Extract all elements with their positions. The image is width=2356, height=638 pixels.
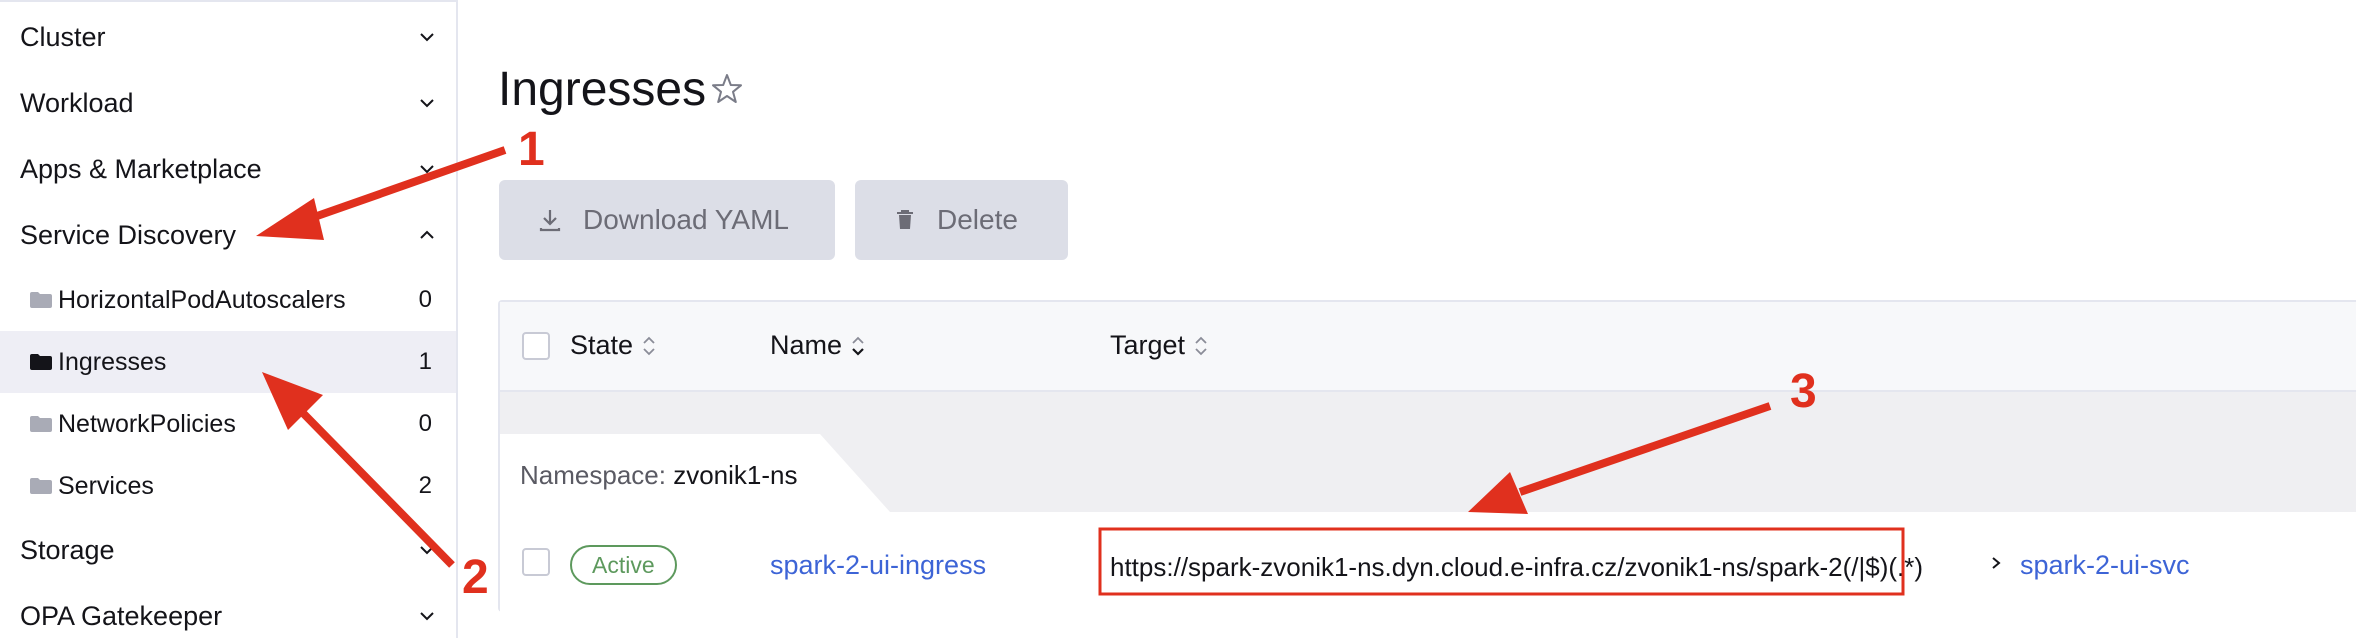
nav-group-storage[interactable]: Storage [0,517,456,583]
sort-icon [643,336,655,355]
table-row: Active spark-2-ui-ingress https://spark-… [500,512,2356,612]
column-header-label: Name [770,330,843,360]
column-header-name[interactable]: Name [770,330,866,361]
chevron-down-icon [420,612,434,621]
nav-group-apps-marketplace[interactable]: Apps & Marketplace [0,136,456,202]
status-badge: Active [570,545,677,585]
chevron-down-icon [420,165,434,174]
nav-group-label: Service Discovery [20,219,237,250]
column-header-label: State [570,330,634,360]
sidebar: Cluster Workload Apps & Marketplace Serv… [0,0,458,638]
trash-icon [897,210,913,229]
sidebar-item-ingresses[interactable]: Ingresses 1 [0,331,456,393]
target-url: https://spark-zvonik1-ns.dyn.cloud.e-inf… [1110,552,1924,582]
sidebar-item-count: 0 [418,410,432,437]
chevron-up-icon [420,230,434,239]
chevron-down-icon [420,33,434,42]
select-all-checkbox[interactable] [522,332,550,360]
sidebar-item-count: 1 [418,348,432,375]
nav-group-label: Storage [20,534,115,565]
chevron-down-icon [420,99,434,108]
download-yaml-button[interactable]: Download YAML [499,180,835,260]
sidebar-item-label: Ingresses [58,347,167,376]
sort-icon [1195,336,1207,355]
table-header: State Name Target [500,302,2356,392]
star-icon[interactable] [710,72,744,106]
row-checkbox[interactable] [522,548,550,576]
nav-group-workload[interactable]: Workload [0,70,456,136]
sidebar-item-label: NetworkPolicies [58,409,236,438]
sidebar-item-horizontalpodautoscalers[interactable]: HorizontalPodAutoscalers 0 [0,269,456,331]
sidebar-item-label: HorizontalPodAutoscalers [58,285,346,314]
folder-icon [30,292,52,308]
nav-group-service-discovery[interactable]: Service Discovery [0,202,456,268]
sort-desc-icon [852,336,864,356]
namespace-group-label: Namespace: zvonik1-ns [520,460,797,491]
ingress-name-link[interactable]: spark-2-ui-ingress [770,550,986,581]
column-header-target[interactable]: Target [1110,330,1209,361]
download-icon [539,210,561,232]
nav-group-label: Apps & Marketplace [20,153,262,184]
nav-group-label: Cluster [20,21,106,52]
folder-icon [30,416,52,432]
annotation-number-1: 1 [518,123,545,176]
sidebar-item-count: 0 [418,286,432,313]
namespace-value: zvonik1-ns [673,460,798,490]
annotation-number-3: 3 [1790,365,1817,418]
nav-group-cluster[interactable]: Cluster [0,4,456,70]
ingresses-table: State Name Target Namespace: zvonik1-ns … [498,300,2356,612]
delete-button[interactable]: Delete [855,180,1068,260]
service-link[interactable]: spark-2-ui-svc [2020,550,2190,581]
folder-icon [30,478,52,494]
chevron-down-icon [420,546,434,555]
sidebar-item-count: 2 [418,472,432,499]
column-header-label: Target [1110,330,1186,360]
namespace-label: Namespace: [520,460,666,490]
column-header-state[interactable]: State [570,330,657,361]
sidebar-item-networkpolicies[interactable]: NetworkPolicies 0 [0,393,456,455]
annotation-number-2: 2 [462,551,489,604]
download-yaml-label: Download YAML [583,204,789,235]
delete-label: Delete [937,204,1018,235]
page-title: Ingresses [498,63,707,116]
folder-icon [30,354,52,370]
sidebar-item-label: Services [58,471,154,500]
chevron-right-icon [1992,557,2001,569]
nav-group-opa-gatekeeper[interactable]: OPA Gatekeeper [0,583,456,638]
sidebar-item-services[interactable]: Services 2 [0,455,456,517]
nav-group-label: OPA Gatekeeper [20,600,223,631]
nav-group-label: Workload [20,87,134,118]
